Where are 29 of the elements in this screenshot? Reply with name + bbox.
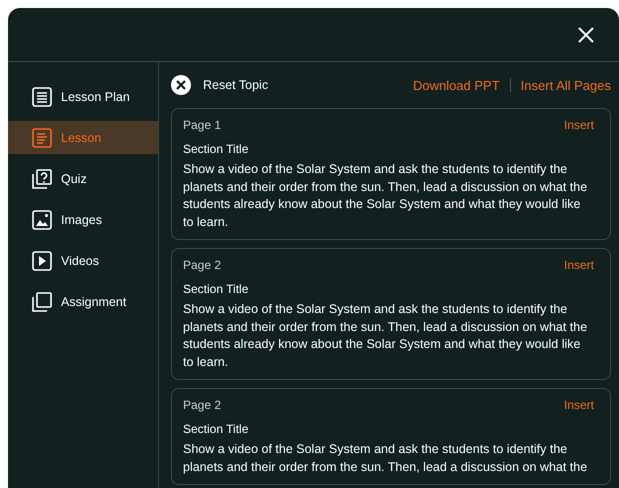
page-label: Page 2: [183, 258, 222, 272]
sidebar-item[interactable]: Lesson Plan: [8, 80, 158, 113]
download-ppt-link[interactable]: Download PPT: [412, 78, 500, 92]
insert-link[interactable]: Insert: [564, 398, 594, 412]
play-icon: [32, 250, 52, 270]
sidebar-item[interactable]: Quiz: [8, 162, 158, 195]
image-icon: [32, 210, 52, 230]
document-icon: [32, 86, 52, 106]
sidebar-item[interactable]: Assignment: [8, 285, 158, 318]
sidebar-item[interactable]: Videos: [8, 244, 158, 277]
section-title: Section Title: [183, 282, 250, 296]
page-label: Page 1: [183, 118, 222, 132]
document-icon: [32, 128, 52, 148]
copy-icon: [32, 292, 52, 312]
insert-link[interactable]: Insert: [564, 118, 594, 132]
reset-topic-button[interactable]: Reset Topic: [171, 75, 268, 95]
section-title: Section Title: [183, 142, 250, 156]
sidebar-item[interactable]: Lesson: [8, 121, 158, 154]
close-icon[interactable]: [578, 26, 594, 42]
section-text: Show a video of the Solar System and ask the students to identify the planets and their order from the sun. Then, lead a discussion on what the students already know about the Solar System and what they would like to learn.: [183, 301, 588, 370]
insert-link[interactable]: Insert: [564, 258, 594, 272]
section-text: Show a video of the Solar System and ask the students to identify the planets and their order from the sun. Then, lead a discussion on what the: [183, 441, 588, 476]
page-label: Page 2: [183, 398, 222, 412]
close-icon: [171, 75, 191, 95]
insert-all-pages-link[interactable]: Insert All Pages: [520, 78, 611, 92]
question-icon: [32, 168, 52, 188]
section-text: Show a video of the Solar System and ask the students to identify the planets and their order from the sun. Then, lead a discussion on what the students already know about the Solar System and what they would like to learn.: [183, 161, 588, 230]
section-title: Section Title: [183, 422, 250, 436]
sidebar-item[interactable]: Images: [8, 203, 158, 236]
